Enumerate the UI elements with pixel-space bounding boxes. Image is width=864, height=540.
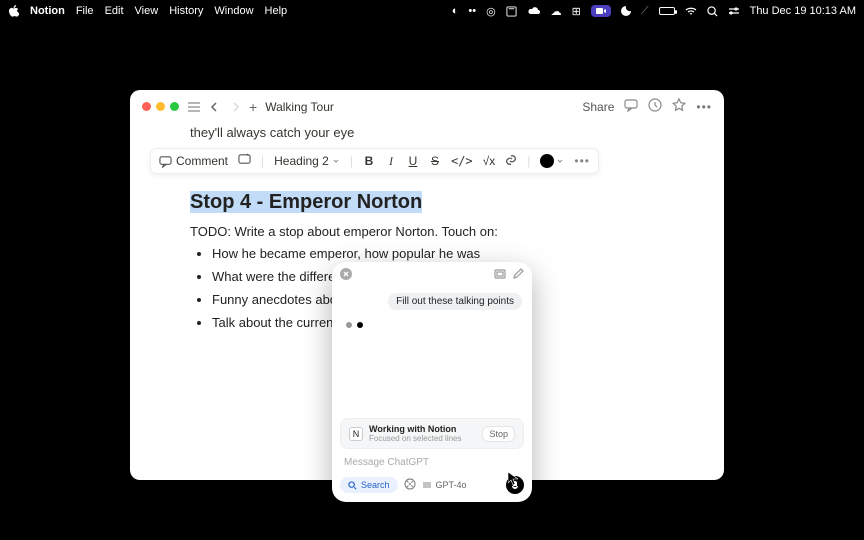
chatgpt-popover: Fill out these talking points N Working … [332,262,532,502]
thinking-indicator [332,316,532,334]
traffic-lights[interactable] [142,102,179,111]
status-icon[interactable]: ⟋ [641,5,649,18]
clock-icon[interactable] [648,98,662,115]
cloud-icon[interactable] [527,6,541,16]
equation-button[interactable]: √x [483,154,496,168]
new-page-icon[interactable]: + [249,99,257,115]
ai-button[interactable] [238,153,251,169]
underline-button[interactable]: U [407,154,419,168]
forward-icon [229,101,241,113]
user-message-chip: Fill out these talking points [388,293,522,310]
control-center-icon[interactable] [728,6,740,16]
wifi-icon[interactable] [685,7,697,16]
stop-button[interactable]: Stop [482,426,515,442]
close-icon[interactable] [340,268,352,283]
formatting-toolbar: Comment | Heading 2 | B I U S </> √x | •… [150,148,599,174]
more-format-button[interactable]: ••• [574,154,590,168]
status-icon[interactable]: •• [468,5,476,17]
search-button[interactable]: Search [340,477,398,493]
app-name[interactable]: Notion [30,5,65,17]
context-title: Working with Notion [369,424,462,434]
code-button[interactable]: </> [451,154,473,168]
menu-history[interactable]: History [169,5,203,17]
dot-icon [346,322,352,328]
notion-tray-icon[interactable] [506,6,517,17]
screenshot-icon[interactable] [494,268,506,283]
battery-icon[interactable] [659,7,675,15]
block-type-select[interactable]: Heading 2 [274,154,340,168]
voice-button[interactable] [506,476,524,494]
context-card: N Working with Notion Focused on selecte… [340,418,524,449]
notion-logo-icon: N [349,427,363,441]
share-button[interactable]: Share [582,100,614,114]
more-icon[interactable]: ••• [696,100,712,114]
color-button[interactable] [540,154,564,168]
status-icon[interactable]: ◎ [486,5,496,18]
message-input[interactable]: Message ChatGPT [340,455,524,470]
clock[interactable]: Thu Dec 19 10:13 AM [750,5,856,17]
menu-file[interactable]: File [76,5,94,17]
menubar: Notion File Edit View History Window Hel… [0,0,864,22]
model-select[interactable]: GPT-4o [422,480,467,490]
menu-edit[interactable]: Edit [105,5,124,17]
menu-window[interactable]: Window [214,5,253,17]
menu-help[interactable]: Help [265,5,288,17]
search-icon[interactable] [707,6,718,17]
doc-prev-line[interactable]: they'll always catch your eye [190,125,664,140]
dot-icon [357,322,363,328]
sidebar-toggle-icon[interactable] [187,101,201,113]
comment-button[interactable]: Comment [159,154,228,168]
breadcrumb[interactable]: Walking Tour [265,100,334,114]
close-icon[interactable] [142,102,151,111]
moon-icon[interactable] [621,6,631,16]
zoom-icon[interactable] [170,102,179,111]
context-subtitle: Focused on selected lines [369,434,462,443]
italic-button[interactable]: I [385,154,397,169]
apple-icon[interactable] [8,5,19,17]
status-icon[interactable]: ◐ [452,5,459,17]
strike-button[interactable]: S [429,154,441,168]
doc-heading[interactable]: Stop 4 - Emperor Norton [190,191,422,213]
star-icon[interactable] [672,98,686,115]
status-icon[interactable]: ⊞ [572,5,581,18]
menu-view[interactable]: View [135,5,159,17]
comments-icon[interactable] [624,98,638,115]
titlebar: + Walking Tour Share ••• [130,90,724,123]
link-button[interactable] [505,154,517,169]
attach-button[interactable] [404,478,416,493]
back-icon[interactable] [209,101,221,113]
doc-todo-line[interactable]: TODO: Write a stop about emperor Norton.… [190,224,664,239]
bold-button[interactable]: B [363,154,375,168]
minimize-icon[interactable] [156,102,165,111]
compose-icon[interactable] [512,268,524,283]
screen-record-icon[interactable] [591,5,611,17]
status-icon[interactable]: ☁ [551,5,562,18]
